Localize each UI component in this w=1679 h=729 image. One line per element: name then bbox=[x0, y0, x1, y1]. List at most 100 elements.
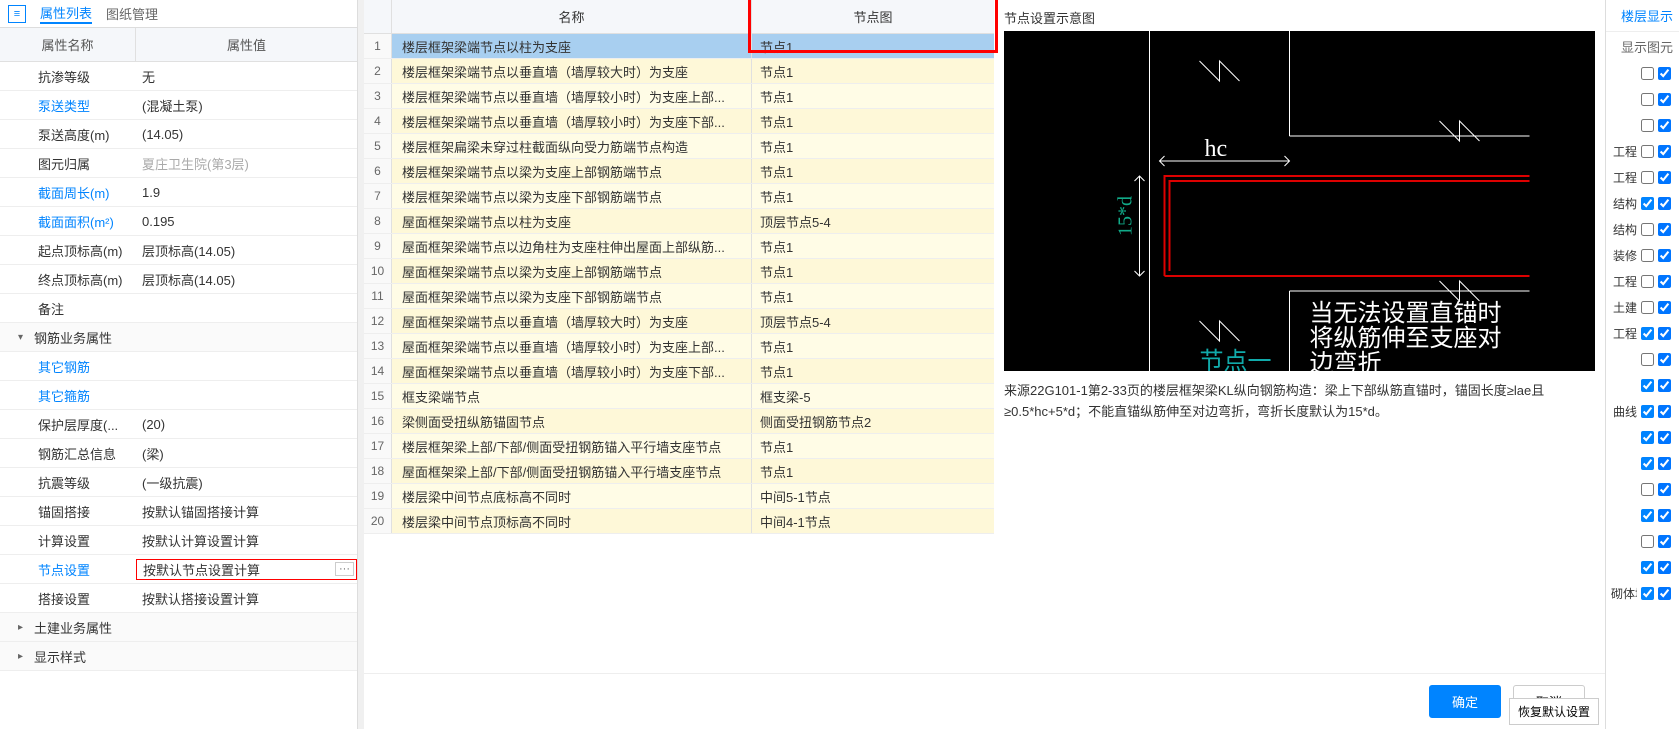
layer-row[interactable]: 曲线 bbox=[1606, 398, 1679, 424]
layer-checkbox-2[interactable] bbox=[1641, 561, 1654, 574]
layer-row[interactable] bbox=[1606, 424, 1679, 450]
tab-properties[interactable]: 属性列表 bbox=[40, 3, 92, 24]
node-table-row[interactable]: 17楼层框架梁上部/下部/侧面受扭钢筋锚入平行墙支座节点节点1 bbox=[364, 434, 994, 459]
prop-row[interactable]: 保护层厚度(...(20) bbox=[0, 410, 357, 439]
layer-row[interactable] bbox=[1606, 112, 1679, 138]
layer-checkbox-2[interactable] bbox=[1641, 197, 1654, 210]
node-table-row[interactable]: 5楼层框架扁梁未穿过柱截面纵向受力筋端节点构造节点1 bbox=[364, 134, 994, 159]
layer-checkbox-2[interactable] bbox=[1641, 405, 1654, 418]
layer-checkbox-1[interactable] bbox=[1658, 93, 1671, 106]
layer-row[interactable]: 结构 bbox=[1606, 190, 1679, 216]
group-rebar[interactable]: ▾钢筋业务属性 bbox=[0, 323, 357, 352]
node-table-row[interactable]: 11屋面框架梁端节点以梁为支座下部钢筋端节点节点1 bbox=[364, 284, 994, 309]
prop-row[interactable]: 截面面积(m²)0.195 bbox=[0, 207, 357, 236]
layer-checkbox-1[interactable] bbox=[1658, 535, 1671, 548]
layer-checkbox-1[interactable] bbox=[1658, 353, 1671, 366]
node-table-row[interactable]: 20楼层梁中间节点顶标高不同时中间4-1节点 bbox=[364, 509, 994, 534]
layers-tab[interactable]: 楼层显示 bbox=[1606, 0, 1679, 32]
layer-checkbox-1[interactable] bbox=[1658, 171, 1671, 184]
layer-checkbox-1[interactable] bbox=[1658, 301, 1671, 314]
layer-checkbox-1[interactable] bbox=[1658, 327, 1671, 340]
node-table-row[interactable]: 7楼层框架梁端节点以梁为支座下部钢筋端节点节点1 bbox=[364, 184, 994, 209]
tab-toggle-icon[interactable]: ≡ bbox=[8, 5, 26, 23]
node-table-row[interactable]: 2楼层框架梁端节点以垂直墙（墙厚较大时）为支座节点1 bbox=[364, 59, 994, 84]
layer-row[interactable]: 工程 bbox=[1606, 320, 1679, 346]
node-table-row[interactable]: 3楼层框架梁端节点以垂直墙（墙厚较小时）为支座上部...节点1 bbox=[364, 84, 994, 109]
layer-checkbox-1[interactable] bbox=[1658, 67, 1671, 80]
layer-checkbox-1[interactable] bbox=[1658, 561, 1671, 574]
group-display[interactable]: ▸显示样式 bbox=[0, 642, 357, 671]
layer-checkbox-2[interactable] bbox=[1641, 93, 1654, 106]
layer-checkbox-1[interactable] bbox=[1658, 483, 1671, 496]
prop-row[interactable]: 搭接设置按默认搭接设置计算 bbox=[0, 584, 357, 613]
prop-row[interactable]: 终点顶标高(m)层顶标高(14.05) bbox=[0, 265, 357, 294]
layer-row[interactable]: 土建 bbox=[1606, 294, 1679, 320]
layer-checkbox-2[interactable] bbox=[1641, 301, 1654, 314]
layer-checkbox-2[interactable] bbox=[1641, 535, 1654, 548]
node-table-row[interactable]: 18屋面框架梁上部/下部/侧面受扭钢筋锚入平行墙支座节点节点1 bbox=[364, 459, 994, 484]
prop-row[interactable]: 其它箍筋 bbox=[0, 381, 357, 410]
node-table-row[interactable]: 19楼层梁中间节点底标高不同时中间5-1节点 bbox=[364, 484, 994, 509]
prop-row[interactable]: 计算设置按默认计算设置计算 bbox=[0, 526, 357, 555]
layer-checkbox-2[interactable] bbox=[1641, 587, 1654, 600]
layer-checkbox-2[interactable] bbox=[1641, 431, 1654, 444]
group-civil[interactable]: ▸土建业务属性 bbox=[0, 613, 357, 642]
layer-checkbox-2[interactable] bbox=[1641, 223, 1654, 236]
layer-row[interactable] bbox=[1606, 502, 1679, 528]
layer-row[interactable]: 砌体墙 bbox=[1606, 580, 1679, 606]
layer-checkbox-2[interactable] bbox=[1641, 275, 1654, 288]
node-table-row[interactable]: 4楼层框架梁端节点以垂直墙（墙厚较小时）为支座下部...节点1 bbox=[364, 109, 994, 134]
layer-row[interactable] bbox=[1606, 528, 1679, 554]
layer-row[interactable] bbox=[1606, 372, 1679, 398]
layer-checkbox-1[interactable] bbox=[1658, 587, 1671, 600]
layer-row[interactable] bbox=[1606, 554, 1679, 580]
layer-checkbox-2[interactable] bbox=[1641, 509, 1654, 522]
layer-checkbox-1[interactable] bbox=[1658, 457, 1671, 470]
node-table-row[interactable]: 15框支梁端节点框支梁-5 bbox=[364, 384, 994, 409]
node-table-row[interactable]: 9屋面框架梁端节点以边角柱为支座柱伸出屋面上部纵筋...节点1 bbox=[364, 234, 994, 259]
prop-row[interactable]: 抗渗等级无 bbox=[0, 62, 357, 91]
layer-row[interactable]: 装修 bbox=[1606, 242, 1679, 268]
layer-checkbox-2[interactable] bbox=[1641, 327, 1654, 340]
layer-checkbox-1[interactable] bbox=[1658, 145, 1671, 158]
layer-row[interactable] bbox=[1606, 346, 1679, 372]
node-table-row[interactable]: 13屋面框架梁端节点以垂直墙（墙厚较小时）为支座上部...节点1 bbox=[364, 334, 994, 359]
layer-checkbox-2[interactable] bbox=[1641, 379, 1654, 392]
more-button[interactable]: ··· bbox=[335, 562, 354, 576]
layer-checkbox-2[interactable] bbox=[1641, 483, 1654, 496]
layer-checkbox-1[interactable] bbox=[1658, 223, 1671, 236]
node-table-row[interactable]: 8屋面框架梁端节点以柱为支座顶层节点5-4 bbox=[364, 209, 994, 234]
restore-defaults-button[interactable]: 恢复默认设置 bbox=[1509, 698, 1599, 725]
prop-row[interactable]: 泵送高度(m)(14.05) bbox=[0, 120, 357, 149]
node-table-row[interactable]: 16梁侧面受扭纵筋锚固节点侧面受扭钢筋节点2 bbox=[364, 409, 994, 434]
prop-row[interactable]: 锚固搭接按默认锚固搭接计算 bbox=[0, 497, 357, 526]
layer-checkbox-1[interactable] bbox=[1658, 275, 1671, 288]
layer-checkbox-1[interactable] bbox=[1658, 249, 1671, 262]
node-table-body[interactable]: 1楼层框架梁端节点以柱为支座节点12楼层框架梁端节点以垂直墙（墙厚较大时）为支座… bbox=[364, 34, 994, 673]
layer-checkbox-2[interactable] bbox=[1641, 457, 1654, 470]
prop-row[interactable]: 泵送类型(混凝土泵) bbox=[0, 91, 357, 120]
node-table-row[interactable]: 12屋面框架梁端节点以垂直墙（墙厚较大时）为支座顶层节点5-4 bbox=[364, 309, 994, 334]
prop-row[interactable]: 起点顶标高(m)层顶标高(14.05) bbox=[0, 236, 357, 265]
layer-row[interactable]: 工程 bbox=[1606, 268, 1679, 294]
node-table-row[interactable]: 14屋面框架梁端节点以垂直墙（墙厚较小时）为支座下部...节点1 bbox=[364, 359, 994, 384]
layer-row[interactable]: 工程 bbox=[1606, 164, 1679, 190]
prop-row[interactable]: 截面周长(m)1.9 bbox=[0, 178, 357, 207]
prop-row[interactable]: 节点设置按默认节点设置计算··· bbox=[0, 555, 357, 584]
layer-checkbox-2[interactable] bbox=[1641, 249, 1654, 262]
tab-drawings[interactable]: 图纸管理 bbox=[106, 4, 158, 23]
layer-checkbox-2[interactable] bbox=[1641, 353, 1654, 366]
prop-row[interactable]: 其它钢筋 bbox=[0, 352, 357, 381]
layer-checkbox-1[interactable] bbox=[1658, 405, 1671, 418]
layer-row[interactable] bbox=[1606, 450, 1679, 476]
layer-checkbox-2[interactable] bbox=[1641, 67, 1654, 80]
ok-button[interactable]: 确定 bbox=[1429, 685, 1501, 718]
prop-row[interactable]: 抗震等级(一级抗震) bbox=[0, 468, 357, 497]
prop-row[interactable]: 备注 bbox=[0, 294, 357, 323]
node-table-row[interactable]: 6楼层框架梁端节点以梁为支座上部钢筋端节点节点1 bbox=[364, 159, 994, 184]
node-table-row[interactable]: 10屋面框架梁端节点以梁为支座上部钢筋端节点节点1 bbox=[364, 259, 994, 284]
prop-row[interactable]: 图元归属夏庄卫生院(第3层) bbox=[0, 149, 357, 178]
layer-checkbox-1[interactable] bbox=[1658, 509, 1671, 522]
layer-checkbox-1[interactable] bbox=[1658, 197, 1671, 210]
prop-row[interactable]: 钢筋汇总信息(梁) bbox=[0, 439, 357, 468]
